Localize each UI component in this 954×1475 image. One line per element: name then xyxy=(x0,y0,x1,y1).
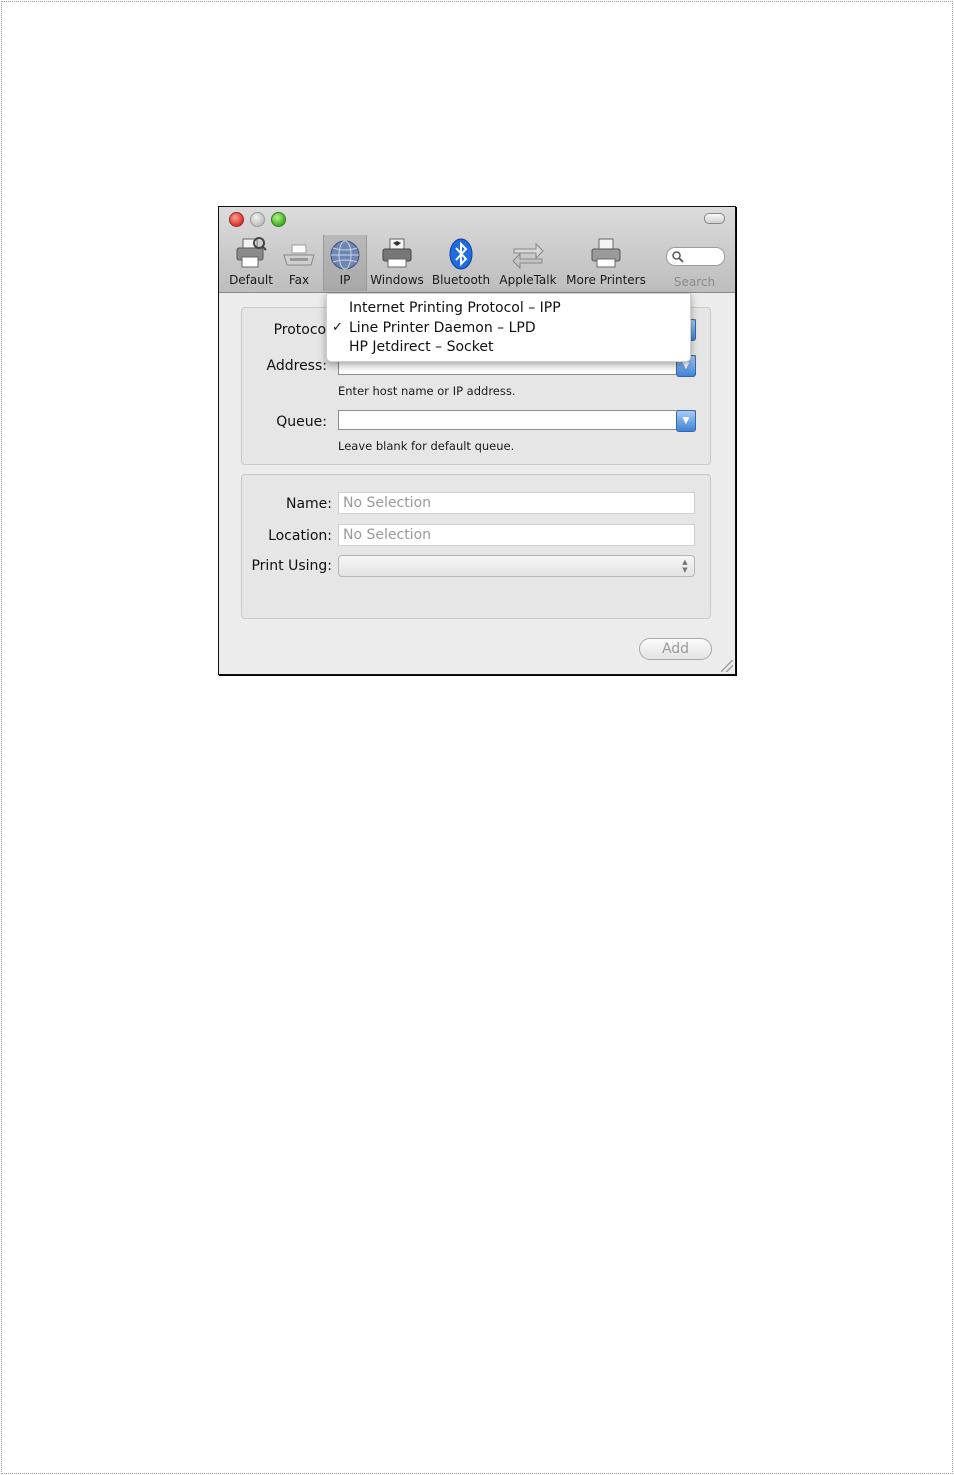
location-label: Location: xyxy=(268,528,332,544)
minimize-window-button[interactable] xyxy=(250,212,265,227)
toolbar-appletalk-button[interactable]: AppleTalk xyxy=(497,235,559,291)
zoom-window-button[interactable] xyxy=(271,212,286,227)
toolbar-appletalk-label: AppleTalk xyxy=(499,273,557,287)
toolbar-default-label: Default xyxy=(229,273,273,287)
toolbar-fax-label: Fax xyxy=(288,273,310,287)
fax-icon xyxy=(283,244,315,266)
resize-grip-icon[interactable] xyxy=(721,660,733,672)
print-using-popup[interactable]: ▲ ▼ xyxy=(338,555,695,577)
address-label: Address: xyxy=(266,358,327,374)
checkmark-icon: ✓ xyxy=(332,320,343,335)
menu-item-ipp[interactable]: Internet Printing Protocol – IPP xyxy=(349,300,561,316)
stepper-arrows-icon: ▲ ▼ xyxy=(682,558,688,574)
queue-input[interactable]: ▼ xyxy=(338,410,696,432)
toolbar-more-printers-button[interactable]: More Printers xyxy=(565,235,647,291)
toolbar-ip-label: IP xyxy=(339,273,351,287)
queue-dropdown-button[interactable]: ▼ xyxy=(676,410,696,432)
toolbar-windows-label: Windows xyxy=(370,273,424,287)
menu-item-socket[interactable]: HP Jetdirect – Socket xyxy=(349,339,493,355)
bluetooth-icon xyxy=(449,238,473,270)
printer-info-group: Name: No Selection Location: No Selectio… xyxy=(241,474,711,619)
add-button[interactable]: Add xyxy=(639,638,712,660)
toolbar-windows-button[interactable]: Windows xyxy=(369,235,425,291)
close-window-button[interactable] xyxy=(229,212,244,227)
search-input[interactable] xyxy=(666,247,725,266)
toolbar-fax-button[interactable]: Fax xyxy=(279,235,319,291)
search-label: Search xyxy=(673,275,716,289)
location-field[interactable]: No Selection xyxy=(338,524,695,546)
toolbar-ip-button[interactable]: IP xyxy=(323,235,367,291)
windows-printer-icon xyxy=(382,238,412,268)
name-label: Name: xyxy=(285,496,332,512)
menu-item-lpd[interactable]: Line Printer Daemon – LPD xyxy=(349,320,536,336)
printer-icon xyxy=(591,238,621,268)
toolbar-toggle-button[interactable] xyxy=(704,213,725,224)
titlebar-toolbar: Default Fax IP Windows Bluetooth AppleTa… xyxy=(219,207,735,293)
name-field[interactable]: No Selection xyxy=(338,492,695,514)
protocol-label: Protocol xyxy=(273,322,330,338)
appletalk-arrows-icon xyxy=(512,242,544,270)
queue-label: Queue: xyxy=(276,414,327,430)
globe-icon xyxy=(330,240,360,270)
toolbar-more-printers-label: More Printers xyxy=(566,273,646,287)
default-printer-icon xyxy=(236,237,267,268)
toolbar-bluetooth-label: Bluetooth xyxy=(431,273,491,287)
search-icon xyxy=(672,251,684,263)
toolbar-default-button[interactable]: Default xyxy=(227,235,275,291)
toolbar-bluetooth-button[interactable]: Bluetooth xyxy=(431,235,491,291)
add-printer-window: Default Fax IP Windows Bluetooth AppleTa… xyxy=(218,206,736,675)
address-hint: Enter host name or IP address. xyxy=(338,384,516,398)
protocol-menu: Internet Printing Protocol – IPP ✓ Line … xyxy=(326,293,691,362)
print-using-label: Print Using: xyxy=(251,558,332,574)
queue-hint: Leave blank for default queue. xyxy=(338,439,515,453)
